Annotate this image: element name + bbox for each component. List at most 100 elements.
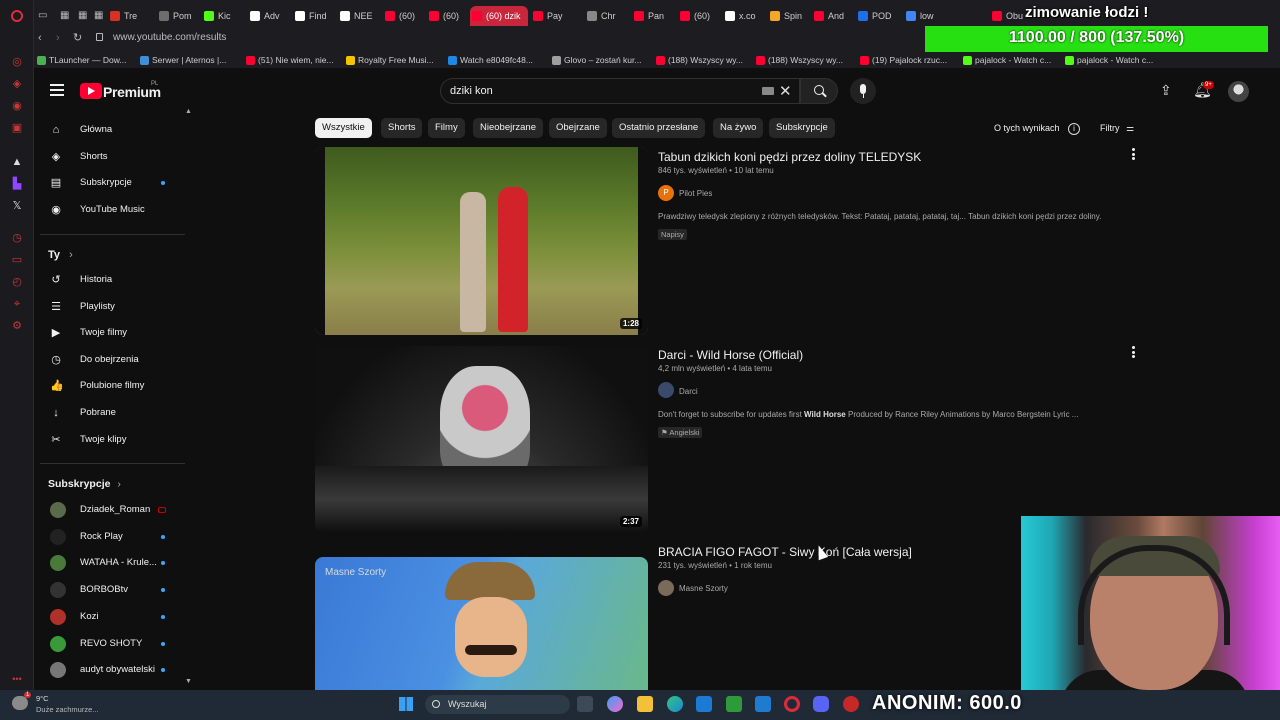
aria-icon[interactable]: ◎ (10, 55, 24, 69)
filter-chip[interactable]: Ostatnio przesłane (612, 118, 706, 138)
channel-avatar[interactable] (658, 382, 674, 398)
subscriptions-section-heading[interactable]: Subskrypcje › (48, 478, 121, 490)
browser-tab[interactable]: Tre (108, 6, 148, 26)
store-icon[interactable] (696, 696, 712, 712)
nav-item[interactable]: ◉ YouTube Music (46, 197, 186, 223)
more-sidebar-icon[interactable]: ••• (10, 672, 24, 686)
nav-item[interactable]: ↺ Historia (46, 267, 186, 293)
browser-tab[interactable]: (60) dzik (470, 6, 528, 26)
pin-sidebar-icon[interactable]: ⌖ (10, 297, 24, 311)
xbox-icon[interactable] (726, 696, 742, 712)
browser-tab[interactable]: Spin (768, 6, 808, 26)
taskbar-search-placeholder[interactable]: Wyszukaj (448, 699, 486, 709)
browser-tab[interactable]: And (812, 6, 852, 26)
voice-search-button[interactable] (850, 78, 876, 104)
history-sidebar-icon[interactable]: ◷ (10, 231, 24, 245)
bookmark-item[interactable]: Watch e8049fc48... (448, 53, 533, 67)
clock-sidebar-icon[interactable]: ◴ (10, 275, 24, 289)
opera-taskbar-icon[interactable] (784, 696, 800, 712)
hamburger-menu-icon[interactable] (50, 84, 64, 96)
browser-tab[interactable]: x.co (723, 6, 763, 26)
bookmark-item[interactable]: Serwer | Aternos |... (140, 53, 226, 67)
bookmark-item[interactable]: (19) Pajalock rzuc... (860, 53, 947, 67)
browser-tab[interactable]: Kic (202, 6, 242, 26)
filters-button[interactable]: Filtry ⚌ (1100, 123, 1134, 134)
downloads-sidebar-icon[interactable]: ▭ (10, 253, 24, 267)
browser-tab[interactable]: Pan (632, 6, 672, 26)
nav-item[interactable]: ▶ Twoje filmy (46, 320, 186, 346)
player-icon[interactable]: ◈ (10, 77, 24, 91)
file-explorer-icon[interactable] (637, 696, 653, 712)
video-title[interactable]: Tabun dzikich koni pędzi przez doliny TE… (658, 150, 921, 164)
you-section-heading[interactable]: Ty › (48, 249, 73, 261)
twitch-icon[interactable]: ▙ (10, 177, 24, 191)
nav-item[interactable]: ⌂ Główna (46, 117, 186, 143)
nav-item[interactable]: ☰ Playlisty (46, 294, 186, 320)
subscription-item[interactable]: BORBOBtv (46, 577, 186, 603)
nav-item[interactable]: ◈ Shorts (46, 144, 186, 170)
url-field[interactable]: www.youtube.com/results (113, 32, 226, 43)
windows-start-icon[interactable] (399, 697, 413, 711)
subscription-item[interactable]: audyt obywatelski (46, 657, 186, 683)
reload-icon[interactable]: ↻ (73, 31, 82, 44)
subscription-item[interactable]: Rock Play (46, 524, 186, 550)
video-thumbnail[interactable]: 2:37 (315, 346, 648, 533)
bookmark-item[interactable]: (188) Wszyscy wy... (656, 53, 743, 67)
video-thumbnail[interactable]: Masne Szorty (315, 557, 648, 690)
app-icon[interactable] (843, 696, 859, 712)
browser-tab[interactable]: Obu (990, 6, 1030, 26)
bookmark-item[interactable]: TLauncher — Dow... (37, 53, 126, 67)
copilot-icon[interactable] (607, 696, 623, 712)
filter-chip[interactable]: Na żywo (713, 118, 764, 138)
filter-chip[interactable]: Obejrzane (549, 118, 607, 138)
x-icon[interactable]: 𝕏 (10, 199, 24, 213)
tab-icon[interactable]: ▦ (60, 10, 69, 21)
subscription-item[interactable]: REVO SHOTY (46, 631, 186, 657)
channel-name[interactable]: Pilot Pies (679, 189, 712, 198)
more-actions-icon[interactable] (1132, 346, 1136, 358)
edge-icon[interactable] (667, 696, 683, 712)
browser-tab[interactable]: low (904, 6, 944, 26)
forward-icon[interactable]: › (56, 32, 60, 44)
browser-tab[interactable]: (60) (427, 6, 467, 26)
channel-name[interactable]: Darci (679, 387, 698, 396)
task-view-icon[interactable] (577, 696, 593, 712)
channel-avatar[interactable] (658, 580, 674, 596)
browser-tab[interactable]: Find (293, 6, 333, 26)
filter-chip[interactable]: Subskrypcje (769, 118, 835, 138)
bookmark-item[interactable]: (188) Wszyscy wy... (756, 53, 843, 67)
discord-icon[interactable] (813, 696, 829, 712)
video-thumbnail[interactable]: 1:28 (315, 147, 648, 335)
filter-chip[interactable]: Nieobejrzane (473, 118, 543, 138)
nav-scroll-down-icon[interactable]: ▼ (185, 678, 192, 685)
browser-tab[interactable]: Pom (157, 6, 197, 26)
youtube-logo-icon[interactable] (80, 83, 102, 99)
filter-chip[interactable]: Shorts (381, 118, 423, 138)
browser-tab[interactable]: NEE (338, 6, 378, 26)
vscode-icon[interactable] (755, 696, 771, 712)
settings-sidebar-icon[interactable]: ⚙ (10, 319, 24, 333)
video-title[interactable]: BRACIA FIGO FAGOT - Siwy Koń [Cała wersj… (658, 545, 912, 559)
channel-avatar[interactable]: P (658, 185, 674, 201)
nav-item[interactable]: 👍 Polubione filmy (46, 373, 186, 399)
browser-tab[interactable]: Adv (248, 6, 288, 26)
browser-tab[interactable]: (60) (678, 6, 718, 26)
workspace-icon[interactable]: ▣ (10, 121, 24, 135)
clear-search-icon[interactable]: ✕ (779, 82, 792, 100)
opera-logo-icon[interactable] (11, 10, 23, 22)
about-results-link[interactable]: O tych wynikach i (994, 123, 1081, 135)
bookmark-item[interactable]: pajalock - Watch c... (963, 53, 1051, 67)
nav-scroll-up-icon[interactable]: ▲ (185, 108, 192, 115)
bookmark-item[interactable]: Glovo – zostań kur... (552, 53, 641, 67)
nav-item[interactable]: ◷ Do obejrzenia (46, 347, 186, 373)
tab-icon[interactable]: ▦ (94, 10, 103, 21)
tab-icon[interactable]: ▦ (78, 10, 87, 21)
browser-tab[interactable]: (60) (383, 6, 423, 26)
create-upload-icon[interactable]: ⇪ (1160, 82, 1172, 99)
subscription-item[interactable]: WATAHA - Krule... (46, 550, 186, 576)
nav-item[interactable]: ✂ Twoje klipy (46, 427, 186, 453)
browser-tab[interactable]: Pay (531, 6, 571, 26)
back-icon[interactable]: ‹ (38, 32, 42, 44)
account-avatar[interactable] (1228, 81, 1249, 102)
search-query-text[interactable]: dziki kon (450, 85, 493, 97)
